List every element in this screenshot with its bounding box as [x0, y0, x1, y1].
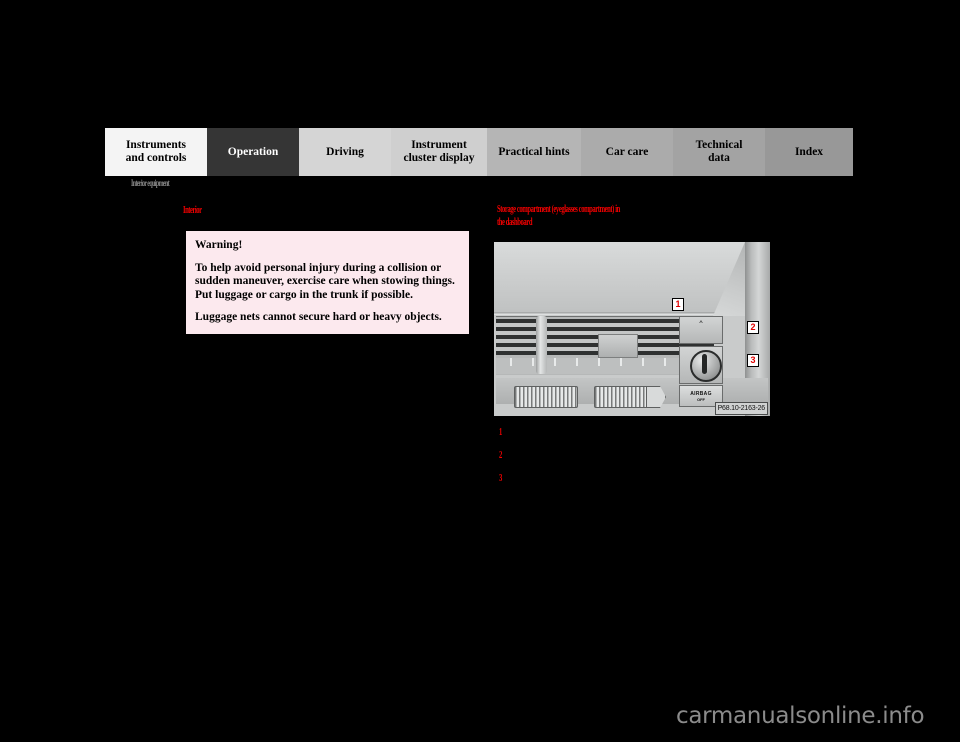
tab-practical-hints[interactable]: Practical hints — [487, 128, 581, 176]
vent-adjust-knob[interactable] — [536, 316, 547, 374]
warning-note: Luggage nets cannot secure hard or heavy… — [195, 311, 442, 323]
slider-arrow-icon — [646, 386, 666, 408]
legend-item-number: 3 — [499, 472, 502, 484]
tab-operation[interactable]: Operation — [207, 128, 299, 176]
tab-driving[interactable]: Driving — [299, 128, 391, 176]
key-slot-icon — [702, 354, 707, 374]
warning-title: Warning! — [195, 239, 243, 251]
tab-technical-data[interactable]: Technical data — [673, 128, 765, 176]
section-label: Interior equipment — [131, 179, 170, 189]
airbag-label-line-2: OFF — [697, 396, 705, 402]
legend-item: 2 — [499, 449, 779, 472]
legend-item-number: 1 — [499, 426, 502, 438]
right-heading-line-2: the dashboard — [497, 216, 533, 228]
figure-id-label: P68.10-2163-26 — [714, 402, 768, 415]
legend-item-number: 2 — [499, 449, 502, 461]
figure-callout-2: 2 — [747, 321, 759, 334]
right-column-heading: Storage compartment (eyeglasses compartm… — [497, 203, 773, 229]
legend-item: 3 — [499, 472, 779, 495]
climate-slider-right[interactable] — [594, 386, 648, 408]
tab-navigation[interactable]: Instruments and controls Operation Driving… — [105, 128, 853, 176]
figure-legend-list: 1 2 3 — [499, 426, 779, 495]
dashboard-figure: AIRBAG OFF 1 2 3 P68.10-2163-26 — [493, 241, 771, 417]
warning-body: To help avoid personal injury during a c… — [195, 261, 455, 301]
lower-console-panel — [496, 378, 768, 408]
figure-callout-3: 3 — [747, 354, 759, 367]
climate-slider-left[interactable] — [514, 386, 578, 408]
tab-instrument-cluster-display[interactable]: Instrument cluster display — [391, 128, 487, 176]
figure-callout-1: 1 — [672, 298, 684, 311]
right-heading-line-1: Storage compartment (eyeglasses compartm… — [497, 203, 620, 215]
chevron-up-button[interactable] — [679, 316, 723, 344]
tab-index[interactable]: Index — [765, 128, 853, 176]
vent-center-plate — [598, 334, 638, 358]
tab-car-care[interactable]: Car care — [581, 128, 673, 176]
site-watermark: carmanualsonline.info — [676, 703, 925, 729]
warning-box: Warning! To help avoid personal injury d… — [185, 230, 470, 335]
left-column-heading: Interior — [183, 204, 202, 216]
legend-item: 1 — [499, 426, 779, 449]
tab-instruments-and-controls[interactable]: Instruments and controls — [105, 128, 207, 176]
